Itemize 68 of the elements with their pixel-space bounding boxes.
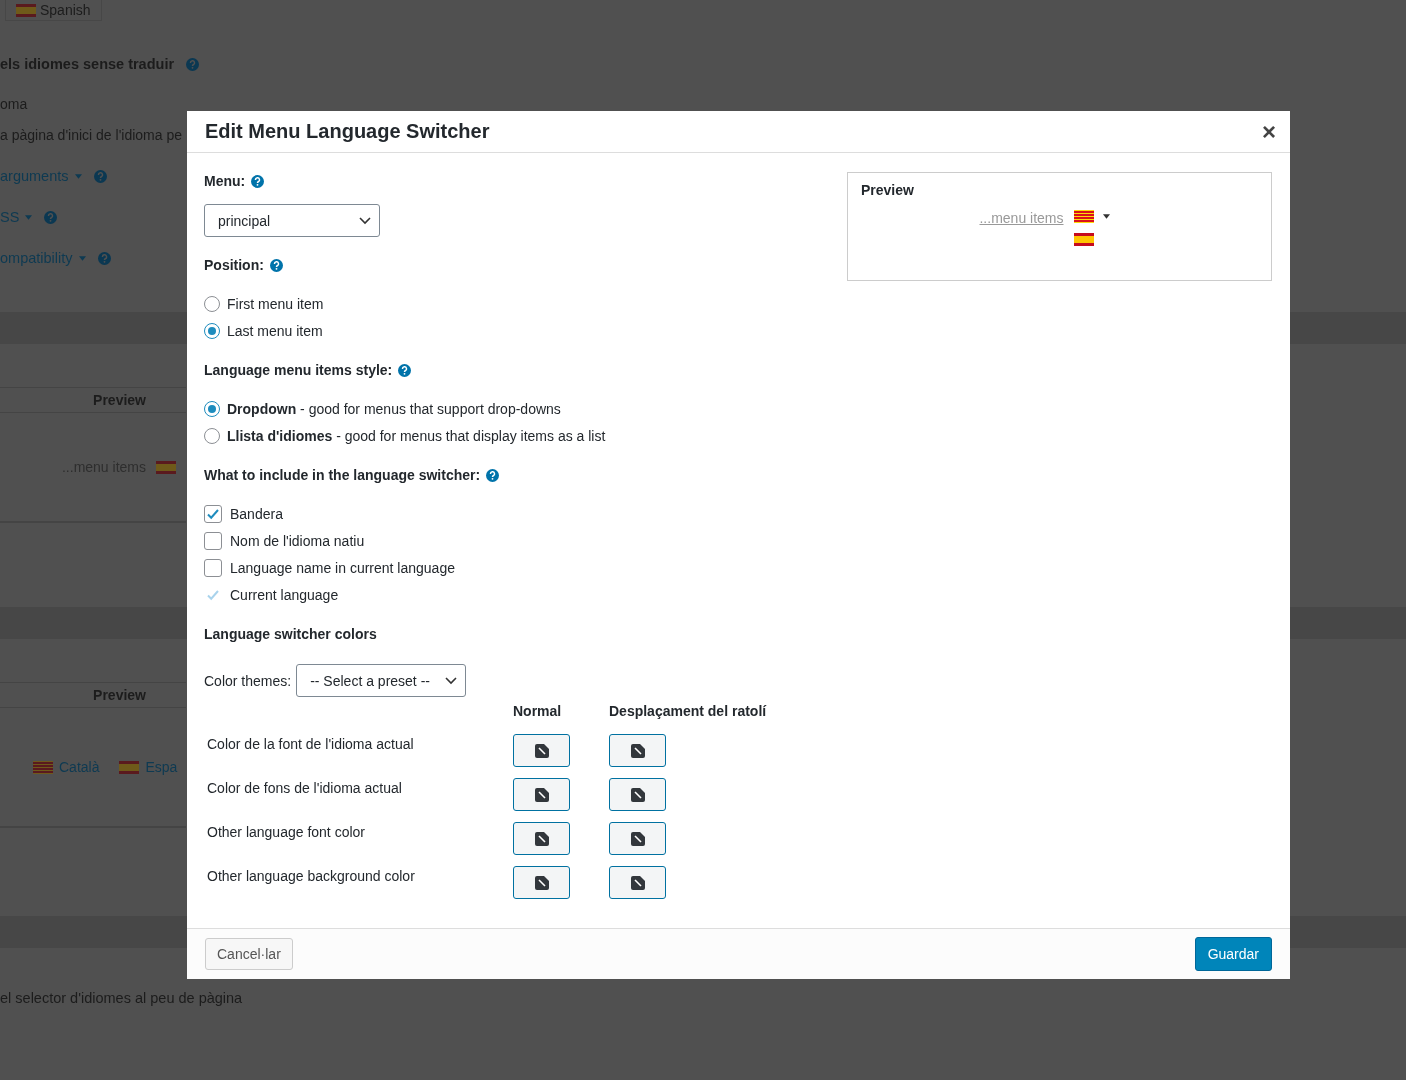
chevron-icon [359, 216, 371, 225]
chevron-icon [445, 676, 458, 685]
field-label: Language menu items style: [204, 362, 393, 378]
color-picker-button[interactable] [513, 734, 570, 767]
checkbox[interactable] [204, 559, 222, 577]
language-link[interactable]: Català [59, 759, 100, 775]
checkbox-label: Bandera [230, 506, 283, 522]
field-label: What to include in the language switcher: [204, 467, 481, 483]
edit-icon [534, 831, 549, 846]
help-icon[interactable] [269, 258, 283, 272]
flag-icon [156, 460, 176, 474]
save-button[interactable]: Guardar [1194, 937, 1272, 971]
checkbox-label: Current language [230, 587, 339, 603]
checkbox[interactable] [204, 505, 222, 523]
edit-icon [534, 787, 549, 802]
edit-icon [534, 743, 549, 758]
color-picker-button[interactable] [513, 778, 570, 811]
dropdown-link[interactable]: ompatibility [0, 250, 73, 266]
edit-icon [630, 831, 645, 846]
color-picker-button[interactable] [609, 778, 666, 811]
flag-icon [16, 3, 36, 17]
flag-icon [1073, 210, 1094, 223]
column-header: Desplaçament del ratolí [609, 702, 767, 721]
flag-icon [1073, 233, 1094, 246]
color-picker-button[interactable] [609, 734, 666, 767]
close-button[interactable]: × [1258, 117, 1280, 146]
color-label: Other language background color [206, 867, 416, 884]
dropdown-link[interactable]: arguments [0, 168, 69, 184]
radio-label: First menu item [227, 296, 324, 312]
color-picker-button[interactable] [609, 866, 666, 899]
flag-icon [33, 760, 53, 774]
edit-icon [534, 875, 549, 890]
menu-items-link[interactable]: ...menu items [979, 210, 1064, 227]
color-label: Color de la font de l'idioma actual [206, 735, 415, 752]
help-icon[interactable] [251, 174, 265, 188]
caret-icon [25, 214, 33, 220]
color-label: Color de fons de l'idioma actual [206, 779, 403, 796]
dropdown-link[interactable]: SS [0, 209, 20, 225]
field-label: Position: [204, 257, 264, 273]
color-picker-button[interactable] [609, 822, 666, 855]
help-icon[interactable] [398, 363, 412, 377]
language-link[interactable]: Espa [145, 759, 178, 775]
color-label: Other language font color [206, 823, 366, 840]
field-label: Color themes: [204, 672, 292, 689]
caret-icon [74, 173, 82, 179]
checkbox-label: Nom de l'idioma natiu [230, 533, 365, 549]
caret-icon [78, 255, 86, 261]
color-picker-button[interactable] [513, 866, 570, 899]
help-icon[interactable] [486, 468, 500, 482]
radio-label: Last menu item [227, 323, 323, 339]
radio-label: Llista d'idiomes - good for menus that display items as a list [227, 428, 606, 444]
color-picker-button[interactable] [513, 822, 570, 855]
checkbox[interactable] [204, 532, 222, 550]
section-heading: Language switcher colors [204, 626, 377, 642]
preview-heading: Preview [861, 182, 915, 198]
flag-icon [119, 760, 140, 774]
dialog-title: Edit Menu Language Switcher [205, 120, 490, 143]
field-label: Menu: [204, 173, 246, 189]
menu-select[interactable]: principal [204, 204, 380, 237]
preset-select[interactable]: -- Select a preset -- [296, 664, 467, 697]
checkbox-label: Language name in current language [230, 560, 455, 576]
edit-icon [630, 743, 645, 758]
cancel-button[interactable]: Cancel·lar [205, 938, 293, 970]
edit-icon [630, 787, 645, 802]
edit-icon [630, 875, 645, 890]
caret-icon [1102, 214, 1110, 219]
column-header: Normal [513, 702, 562, 721]
radio-label: Dropdown - good for menus that support drop-downs [227, 401, 561, 417]
